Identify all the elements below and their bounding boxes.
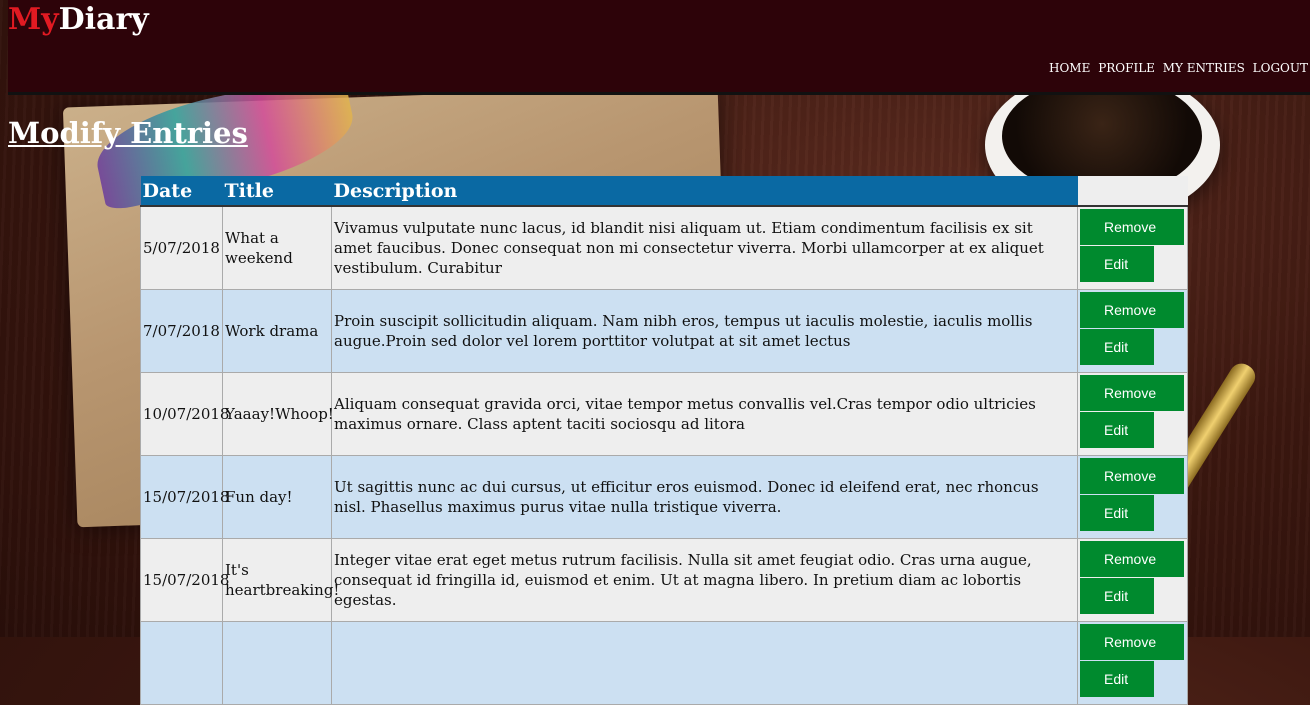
logo-suffix: Diary [58,2,149,37]
edit-button[interactable]: Edit [1080,329,1154,365]
edit-button[interactable]: Edit [1080,661,1154,697]
entry-date: 5/07/2018 [140,205,223,290]
remove-button[interactable]: Remove [1080,541,1184,577]
edit-button[interactable]: Edit [1080,412,1154,448]
column-header-actions [1077,176,1188,207]
remove-button[interactable]: Remove [1080,292,1184,328]
table-row: 5/07/2018 What a weekend Vivamus vulputa… [140,205,1188,290]
table-row: 15/07/2018 Fun day! Ut sagittis nunc ac … [140,455,1188,539]
entry-title: It's heartbreaking! [222,538,339,622]
column-header-date: Date [140,176,223,207]
entry-title: Fun day! [222,455,332,539]
entry-actions: Remove Edit [1077,621,1188,705]
edit-button[interactable]: Edit [1080,246,1154,282]
edit-button[interactable]: Edit [1080,578,1154,614]
entry-actions: Remove Edit [1077,372,1188,456]
page-title: Modify Entries [8,116,248,150]
remove-button[interactable]: Remove [1080,375,1184,411]
entry-description [331,621,1078,705]
nav-profile-link[interactable]: PROFILE [1098,61,1155,75]
entry-description: Aliquam consequat gravida orci, vitae te… [331,372,1078,456]
entry-title [222,621,332,705]
entry-date: 7/07/2018 [140,289,223,373]
entries-table: Date Title Description 5/07/2018 What a … [140,176,1188,705]
entry-description: Integer vitae erat eget metus rutrum fac… [331,538,1078,622]
table-row: 10/07/2018 Yaaay!Whoop! Aliquam consequa… [140,372,1188,456]
entry-title: Work drama [222,289,332,373]
column-header-description: Description [331,176,1078,207]
entry-actions: Remove Edit [1077,289,1188,373]
remove-button[interactable]: Remove [1080,458,1184,494]
entry-actions: Remove Edit [1077,205,1188,290]
table-header-row: Date Title Description [140,176,1188,207]
nav-my-entries-link[interactable]: MY ENTRIES [1163,61,1245,75]
column-header-title: Title [222,176,332,207]
remove-button[interactable]: Remove [1080,209,1184,245]
entry-date: 15/07/2018 [140,455,229,539]
entry-date: 10/07/2018 [140,372,229,456]
entry-description: Vivamus vulputate nunc lacus, id blandit… [331,205,1078,290]
logo-prefix: My [8,2,59,37]
nav-home-link[interactable]: HOME [1049,61,1090,75]
entry-title: Yaaay!Whoop! [222,372,334,456]
table-row: 15/07/2018 It's heartbreaking! Integer v… [140,538,1188,622]
entry-date: 15/07/2018 [140,538,229,622]
main-nav: HOME PROFILE MY ENTRIES LOGOUT [1045,61,1308,75]
edit-button[interactable]: Edit [1080,495,1154,531]
entry-description: Ut sagittis nunc ac dui cursus, ut effic… [331,455,1078,539]
site-header: MyDiary HOME PROFILE MY ENTRIES LOGOUT [8,0,1310,95]
entry-description: Proin suscipit sollicitudin aliquam. Nam… [331,289,1078,373]
table-row: 7/07/2018 Work drama Proin suscipit soll… [140,289,1188,373]
site-logo[interactable]: MyDiary [8,2,149,37]
nav-logout-link[interactable]: LOGOUT [1253,61,1308,75]
entry-title: What a weekend [222,205,332,290]
entry-actions: Remove Edit [1077,455,1188,539]
entry-date [140,621,223,705]
table-row: Remove Edit [140,621,1188,705]
remove-button[interactable]: Remove [1080,624,1184,660]
entry-actions: Remove Edit [1077,538,1188,622]
